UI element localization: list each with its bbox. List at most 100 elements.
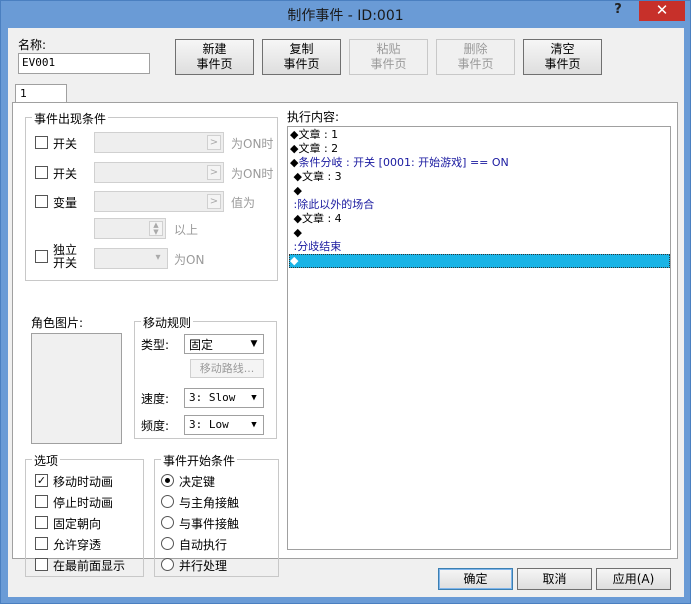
option-checkbox-2[interactable]	[35, 495, 48, 508]
command-line[interactable]: ◆文章 : 3	[290, 170, 342, 184]
variable-field[interactable]: >	[94, 191, 224, 212]
command-line[interactable]: ◆	[290, 254, 298, 268]
graphic-preview[interactable]	[31, 333, 122, 444]
option-label-3: 固定朝向	[53, 517, 102, 531]
command-line[interactable]: ◆文章 : 4	[290, 212, 342, 226]
options-group: 选项 ✓ 移动时动画 停止时动画 固定朝向 允许穿透 在最前面显示	[25, 452, 144, 577]
trigger-label-5: 并行处理	[179, 559, 228, 573]
command-line[interactable]: ◆	[290, 184, 302, 198]
self-switch-select[interactable]: ▾	[94, 248, 168, 269]
trigger-group: 事件开始条件 决定键 与主角接触 与事件接触 自动执行 并行处理	[154, 452, 279, 577]
option-label-4: 允许穿透	[53, 538, 102, 552]
delete-page-label-1: 删除	[463, 42, 488, 56]
diamond-icon: ◆	[290, 184, 302, 197]
variable-suffix: 值为	[231, 196, 256, 210]
command-line[interactable]: ◆条件分岐 : 开关 [0001: 开始游戏] == ON	[290, 156, 509, 170]
delete-page-button[interactable]: 删除 事件页	[436, 39, 515, 75]
clear-page-label-1: 清空	[550, 42, 575, 56]
variable-suffix2: 以上	[174, 223, 199, 237]
clear-page-label-2: 事件页	[544, 57, 581, 71]
command-text: 文章 : 3	[301, 170, 342, 183]
copy-page-label-2: 事件页	[283, 57, 320, 71]
move-freq-select[interactable]: 3: Low ▼	[184, 415, 264, 435]
graphic-label: 角色图片:	[31, 316, 84, 330]
copy-page-button[interactable]: 复制 事件页	[262, 39, 341, 75]
switch1-field[interactable]: >	[94, 132, 224, 153]
command-text: 分歧结束	[297, 240, 342, 253]
variable-browse-icon[interactable]: >	[207, 194, 221, 209]
variable-checkbox[interactable]	[35, 195, 48, 208]
apply-button[interactable]: 应用(A)	[596, 568, 671, 590]
cancel-button[interactable]: 取消	[517, 568, 592, 590]
switch2-field[interactable]: >	[94, 162, 224, 183]
chevron-down-icon: ▼	[250, 339, 258, 349]
tab-page-1[interactable]: 1	[15, 84, 67, 103]
switch2-browse-icon[interactable]: >	[207, 165, 221, 180]
conditions-group: 事件出现条件 开关 > 为ON时 开关 > 为ON时 变量 > 值为 ▲ ▼ 以上…	[25, 110, 278, 281]
event-editor-window: 制作事件 - ID:001 ? ✕ 名称: EV001 新建 事件页 复制 事件…	[0, 0, 691, 604]
close-button[interactable]: ✕	[639, 1, 685, 21]
option-checkbox-1[interactable]: ✓	[35, 474, 48, 487]
name-label: 名称:	[18, 38, 47, 52]
option-checkbox-4[interactable]	[35, 537, 48, 550]
switch2-checkbox[interactable]	[35, 166, 48, 179]
paste-page-label-2: 事件页	[370, 57, 407, 71]
title-bar[interactable]: 制作事件 - ID:001 ? ✕	[1, 1, 690, 27]
option-checkbox-5[interactable]	[35, 558, 48, 571]
self-switch-checkbox[interactable]	[35, 250, 48, 263]
trigger-radio-3[interactable]	[161, 516, 174, 529]
trigger-radio-4[interactable]	[161, 537, 174, 550]
command-text: 条件分岐 : 开关 [0001: 开始游戏] == ON	[298, 156, 509, 169]
switch1-checkbox[interactable]	[35, 136, 48, 149]
paste-page-button[interactable]: 粘贴 事件页	[349, 39, 428, 75]
trigger-radio-2[interactable]	[161, 495, 174, 508]
ok-button[interactable]: 确定	[438, 568, 513, 590]
move-speed-label: 速度:	[141, 392, 170, 406]
name-input[interactable]: EV001	[18, 53, 150, 74]
command-line[interactable]: :除此以外的场合	[290, 198, 374, 212]
new-page-button[interactable]: 新建 事件页	[175, 39, 254, 75]
delete-page-label-2: 事件页	[457, 57, 494, 71]
move-speed-select[interactable]: 3: Slow ▼	[184, 388, 264, 408]
move-type-value: 固定	[189, 338, 214, 352]
chevron-down-icon: ▼	[251, 420, 257, 430]
command-line[interactable]: ◆文章 : 1	[290, 128, 338, 142]
chevron-down-icon[interactable]: ▾	[151, 251, 165, 266]
switch1-label: 开关	[53, 137, 78, 151]
variable-value-spinner[interactable]: ▲ ▼	[94, 218, 166, 239]
new-page-label-2: 事件页	[196, 57, 233, 71]
trigger-label-3: 与事件接触	[179, 517, 240, 531]
help-button[interactable]: ?	[608, 2, 628, 20]
command-line[interactable]: ◆文章 : 2	[290, 142, 338, 156]
trigger-radio-5[interactable]	[161, 558, 174, 571]
command-list[interactable]: ◆文章 : 1 ◆文章 : 2 ◆条件分岐 : 开关 [0001: 开始游戏] …	[287, 126, 671, 550]
event-page-panel: 事件出现条件 开关 > 为ON时 开关 > 为ON时 变量 > 值为 ▲ ▼ 以上…	[12, 102, 678, 577]
movement-title: 移动规则	[141, 314, 194, 331]
move-freq-label: 频度:	[141, 419, 170, 433]
command-line[interactable]: ◆	[290, 226, 302, 240]
spinner-arrows-icon[interactable]: ▲ ▼	[149, 221, 163, 236]
option-label-5: 在最前面显示	[53, 559, 126, 573]
command-text: 除此以外的场合	[297, 198, 375, 211]
switch2-label: 开关	[53, 167, 78, 181]
trigger-label-2: 与主角接触	[179, 496, 240, 510]
trigger-radio-1[interactable]	[161, 474, 174, 487]
move-route-button[interactable]: 移动路线...	[190, 359, 264, 378]
copy-page-label-1: 复制	[289, 42, 314, 56]
command-line[interactable]: :分歧结束	[290, 240, 341, 254]
self-switch-label-2: 开关	[53, 256, 78, 270]
diamond-icon: ◆	[290, 254, 299, 267]
option-checkbox-3[interactable]	[35, 516, 48, 529]
move-speed-value: 3: Slow	[189, 391, 236, 404]
move-type-select[interactable]: 固定 ▼	[184, 334, 264, 354]
window-title: 制作事件 - ID:001	[287, 8, 404, 24]
command-text: 文章 : 4	[301, 212, 342, 225]
clear-page-button[interactable]: 清空 事件页	[523, 39, 602, 75]
diamond-icon: ◆	[290, 226, 302, 239]
switch1-browse-icon[interactable]: >	[207, 135, 221, 150]
paste-page-label-1: 粘贴	[376, 42, 401, 56]
option-label-2: 停止时动画	[53, 496, 114, 510]
diamond-icon: ◆	[290, 170, 302, 183]
options-title: 选项	[32, 452, 61, 469]
selected-command-row[interactable]	[289, 254, 670, 268]
